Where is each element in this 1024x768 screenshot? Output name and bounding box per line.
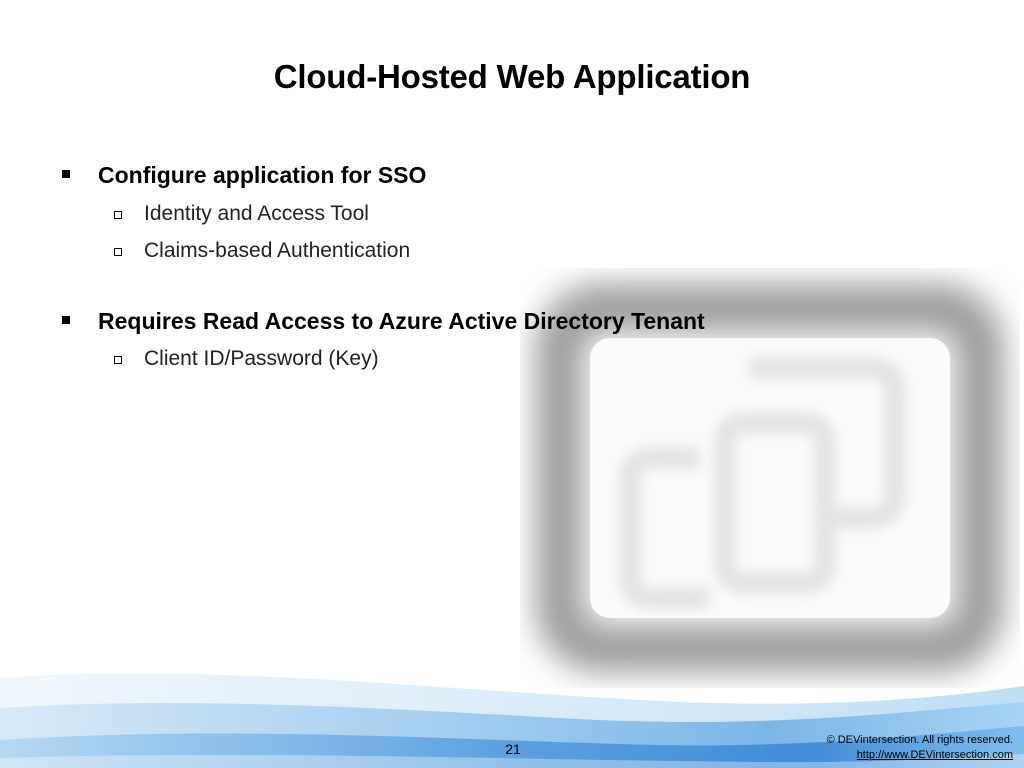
sub-bullet-item: Claims-based Authentication xyxy=(114,239,410,263)
sub-bullet-text: Claims-based Authentication xyxy=(144,239,411,262)
slide-title: Cloud-Hosted Web Application xyxy=(273,58,751,95)
copyright-notice: © DEVintersection. All rights reserved. … xyxy=(827,733,1013,763)
sub-bullet-item: Client ID/Password (Key) xyxy=(114,347,379,371)
bullet-item: Requires Read Access to Azure Active Dir… xyxy=(62,308,705,335)
sub-bullet-item: Identity and Access Tool xyxy=(114,202,369,226)
hollow-square-bullet-icon xyxy=(114,356,122,364)
website-link[interactable]: http://www.DEVintersection.com xyxy=(827,748,1013,763)
sub-bullet-text: Identity and Access Tool xyxy=(144,202,369,225)
copyright-text: © DEVintersection. All rights reserved. xyxy=(826,734,1013,746)
square-bullet-icon xyxy=(62,169,70,178)
bullet-text: Configure application for SSO xyxy=(98,162,427,188)
hollow-square-bullet-icon xyxy=(114,248,122,256)
square-bullet-icon xyxy=(62,315,70,324)
page-number: 21 xyxy=(505,741,521,757)
hollow-square-bullet-icon xyxy=(114,211,122,219)
bullet-item: Configure application for SSO xyxy=(62,162,426,189)
sub-bullet-text: Client ID/Password (Key) xyxy=(144,347,379,370)
slide: Cloud-Hosted Web Application Configure a… xyxy=(0,0,1024,768)
bullet-text: Requires Read Access to Azure Active Dir… xyxy=(98,308,705,334)
